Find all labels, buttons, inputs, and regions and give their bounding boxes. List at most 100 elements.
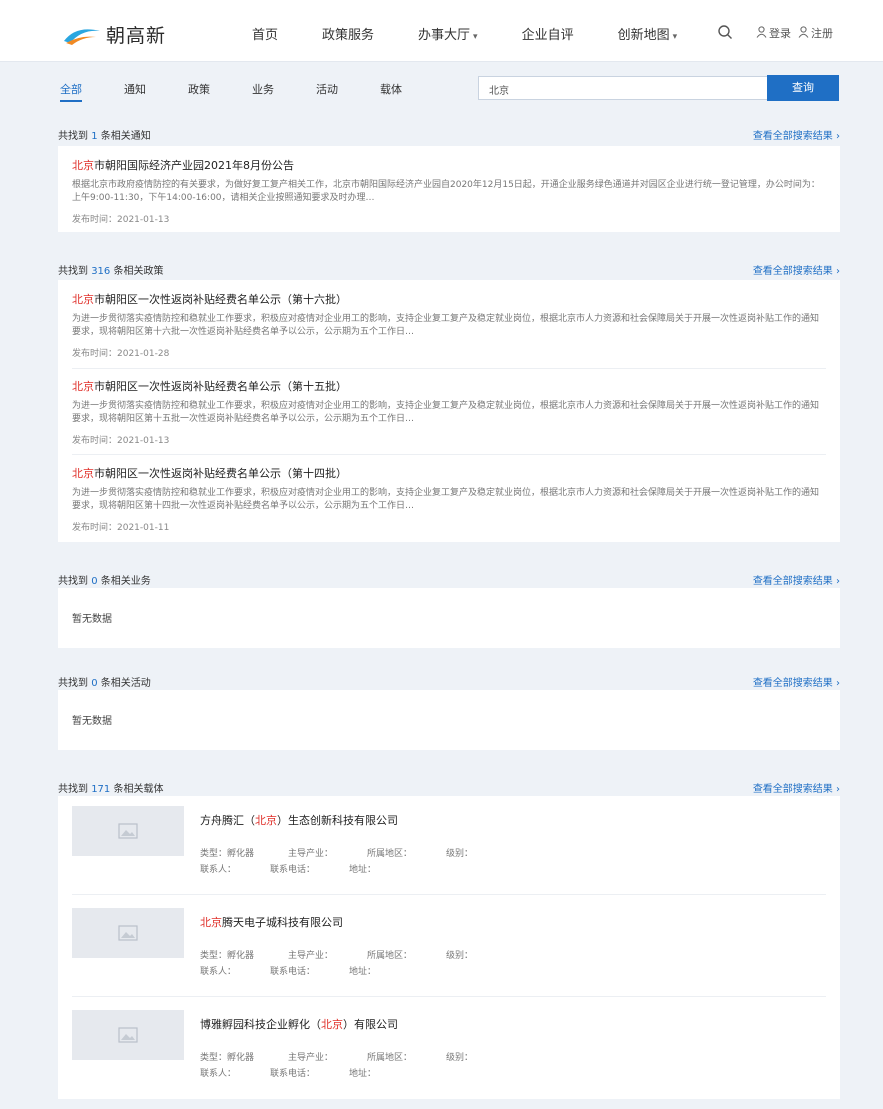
company-level: 级别： <box>446 951 474 961</box>
user-icon <box>798 26 809 38</box>
company-type: 类型：孵化器 <box>200 951 255 961</box>
nav-innovation-map[interactable]: 创新地图 ▾ <box>618 24 678 43</box>
keyword-highlight: 北京 <box>72 293 94 306</box>
company-type: 类型：孵化器 <box>200 1053 255 1063</box>
tab-policy[interactable]: 政策 <box>188 81 210 102</box>
register-link[interactable]: 注册 <box>811 25 833 41</box>
name-prefix: 博雅孵园科技企业孵化（ <box>200 1018 321 1031</box>
image-placeholder-icon <box>118 823 138 839</box>
tab-activity[interactable]: 活动 <box>316 81 338 102</box>
title-text: 市朝阳区一次性返岗补贴经费名单公示（第十五批） <box>94 380 347 393</box>
list-item: 北京市朝阳国际经济产业园2021年8月份公告 根据北京市政府疫情防控的有关要求，… <box>72 157 826 225</box>
brand-logo[interactable]: 朝高新 <box>62 18 166 50</box>
company-address: 地址： <box>349 865 377 875</box>
nav-home-label: 首页 <box>252 28 279 43</box>
search-icon[interactable] <box>717 24 733 40</box>
empty-state-text: 暂无数据 <box>72 614 112 625</box>
divider <box>72 368 826 369</box>
company-address: 地址： <box>349 967 377 977</box>
company-contact: 联系人： <box>200 967 237 977</box>
nav-map-label: 创新地图 <box>617 28 670 43</box>
company-contact-row: 联系人： 联系电话： 地址： <box>200 862 410 875</box>
company-contact-row: 联系人： 联系电话： 地址： <box>200 964 410 977</box>
company-phone: 联系电话： <box>270 1069 316 1079</box>
publish-date: 发布时间：2021-01-13 <box>72 215 170 225</box>
chevron-down-icon: ▾ <box>672 32 678 42</box>
company-name[interactable]: 博雅孵园科技企业孵化（北京）有限公司 <box>200 1016 398 1032</box>
company-thumbnail <box>72 806 184 856</box>
head-suffix: 条相关载体 <box>113 784 164 795</box>
result-title[interactable]: 北京市朝阳国际经济产业园2021年8月份公告 <box>72 157 826 173</box>
nav-service-hall[interactable]: 办事大厅 ▾ <box>418 24 478 43</box>
publish-date: 发布时间：2021-01-13 <box>72 436 170 446</box>
result-title[interactable]: 北京市朝阳区一次性返岗补贴经费名单公示（第十四批） <box>72 465 826 481</box>
company-industry: 主导产业： <box>288 1053 334 1063</box>
search-input[interactable]: 北京 <box>478 76 772 100</box>
keyword-highlight: 北京 <box>321 1018 343 1031</box>
company-item[interactable]: 博雅孵园科技企业孵化（北京）有限公司 类型：孵化器 主导产业： 所属地区： 级别… <box>72 1010 826 1109</box>
result-count: 0 <box>91 678 98 689</box>
head-suffix: 条相关通知 <box>100 131 151 142</box>
filter-bar: 全部 通知 政策 业务 活动 载体 北京 查询 <box>46 70 846 110</box>
keyword-highlight: 北京 <box>200 916 222 929</box>
nav-home[interactable]: 首页 <box>252 24 278 43</box>
result-description: 为进一步贯彻落实疫情防控和稳就业工作要求，积极应对疫情对企业用工的影响，支持企业… <box>72 401 820 424</box>
tab-all[interactable]: 全部 <box>60 81 82 102</box>
brand-name: 朝高新 <box>106 24 167 47</box>
publish-date: 发布时间：2021-01-11 <box>72 523 170 533</box>
carrier-card: 方舟腾汇（北京）生态创新科技有限公司 类型：孵化器 主导产业： 所属地区： 级别… <box>58 796 840 1099</box>
divider <box>72 454 826 455</box>
divider <box>72 894 826 895</box>
company-contact-row: 联系人： 联系电话： 地址： <box>200 1066 410 1079</box>
result-title[interactable]: 北京市朝阳区一次性返岗补贴经费名单公示（第十五批） <box>72 378 826 394</box>
user-icon <box>756 26 767 38</box>
head-prefix: 共找到 <box>58 266 88 277</box>
login-link[interactable]: 登录 <box>769 25 791 41</box>
view-all-carrier-link[interactable]: 查看全部搜索结果 › <box>753 780 840 795</box>
search-button[interactable]: 查询 <box>767 75 839 101</box>
keyword-highlight: 北京 <box>72 467 94 480</box>
title-text: 市朝阳区一次性返岗补贴经费名单公示（第十四批） <box>94 467 347 480</box>
top-header: 朝高新 首页 政策服务 办事大厅 ▾ 企业自评 创新地图 ▾ 登录 注册 <box>0 0 883 62</box>
company-phone: 联系电话： <box>270 865 316 875</box>
divider <box>72 996 826 997</box>
company-area: 所属地区： <box>367 849 413 859</box>
view-all-notice-link[interactable]: 查看全部搜索结果 › <box>753 127 840 142</box>
view-all-activity-link[interactable]: 查看全部搜索结果 › <box>753 674 840 689</box>
company-item[interactable]: 方舟腾汇（北京）生态创新科技有限公司 类型：孵化器 主导产业： 所属地区： 级别… <box>72 806 826 906</box>
company-item[interactable]: 北京腾天电子城科技有限公司 类型：孵化器 主导产业： 所属地区： 级别： 联系人… <box>72 908 826 1008</box>
chevron-down-icon: ▾ <box>473 32 478 42</box>
tab-business[interactable]: 业务 <box>252 81 274 102</box>
company-thumbnail <box>72 908 184 958</box>
result-title[interactable]: 北京市朝阳区一次性返岗补贴经费名单公示（第十六批） <box>72 291 826 307</box>
company-area: 所属地区： <box>367 1053 413 1063</box>
name-prefix: 方舟腾汇（ <box>200 814 255 827</box>
company-thumbnail <box>72 1010 184 1060</box>
result-description: 为进一步贯彻落实疫情防控和稳就业工作要求，积极应对疫情对企业用工的影响，支持企业… <box>72 314 820 337</box>
auth-links: 登录 注册 <box>756 25 833 41</box>
company-meta-row: 类型：孵化器 主导产业： 所属地区： 级别： <box>200 948 507 961</box>
empty-state-text: 暂无数据 <box>72 716 112 727</box>
main-nav: 首页 政策服务 办事大厅 ▾ 企业自评 创新地图 ▾ <box>252 24 721 43</box>
nav-policy-label: 政策服务 <box>322 28 375 43</box>
policy-section-header: 共找到 316 条相关政策 查看全部搜索结果 › <box>58 262 840 280</box>
head-suffix: 条相关业务 <box>100 576 151 587</box>
view-all-business-link[interactable]: 查看全部搜索结果 › <box>753 572 840 587</box>
company-name[interactable]: 方舟腾汇（北京）生态创新科技有限公司 <box>200 812 398 828</box>
tab-carrier[interactable]: 载体 <box>380 81 402 102</box>
view-all-policy-link[interactable]: 查看全部搜索结果 › <box>753 262 840 277</box>
result-count: 316 <box>91 266 111 277</box>
company-industry: 主导产业： <box>288 951 334 961</box>
list-item: 北京市朝阳区一次性返岗补贴经费名单公示（第十五批） 为进一步贯彻落实疫情防控和稳… <box>72 378 826 446</box>
business-card: 暂无数据 <box>58 588 840 648</box>
tab-notice[interactable]: 通知 <box>124 81 146 102</box>
company-name[interactable]: 北京腾天电子城科技有限公司 <box>200 914 343 930</box>
nav-policy-service[interactable]: 政策服务 <box>322 24 374 43</box>
company-area: 所属地区： <box>367 951 413 961</box>
nav-self-eval[interactable]: 企业自评 <box>522 24 574 43</box>
result-count: 0 <box>91 576 98 587</box>
company-level: 级别： <box>446 849 474 859</box>
head-prefix: 共找到 <box>58 576 88 587</box>
notice-card: 北京市朝阳国际经济产业园2021年8月份公告 根据北京市政府疫情防控的有关要求，… <box>58 146 840 232</box>
title-text: 市朝阳国际经济产业园2021年8月份公告 <box>94 159 294 172</box>
